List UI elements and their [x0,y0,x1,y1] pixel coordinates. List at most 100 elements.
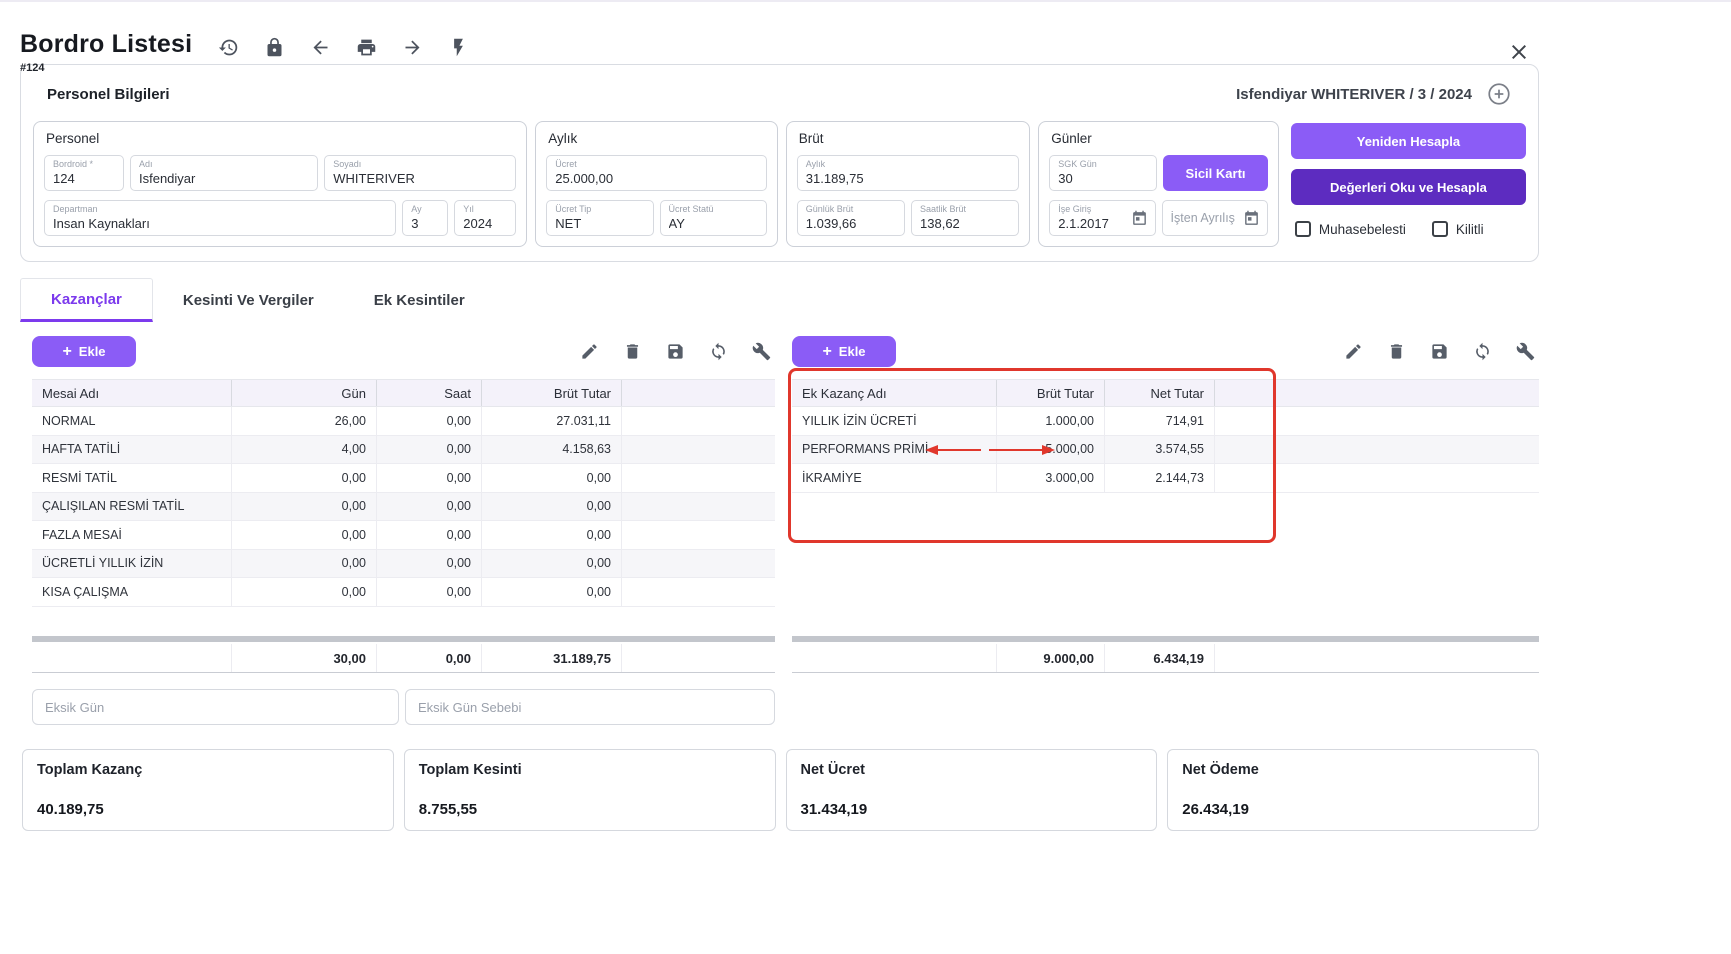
table-row[interactable]: ÇALIŞILAN RESMİ TATİL0,000,000,00 [32,493,775,522]
table-row[interactable]: HAFTA TATİLİ4,000,004.158,63 [32,436,775,465]
column-header[interactable]: Ek Kazanç Adı [792,380,997,406]
table-cell: NORMAL [32,407,232,435]
delete-icon[interactable] [1387,342,1406,361]
add-earning-button[interactable]: + Ekle [32,336,136,367]
field-label: Aylık [806,159,825,169]
field-value: WHITERIVER [333,171,507,186]
flash-icon[interactable] [448,37,469,58]
eksik-gun-sebebi-input[interactable] [405,689,775,725]
tab-kesinti-ve-vergiler[interactable]: Kesinti Ve Vergiler [153,278,344,322]
table-cell: ÇALIŞILAN RESMİ TATİL [32,493,232,521]
table-cell: 0,00 [482,493,622,521]
edit-icon[interactable] [580,342,599,361]
recalculate-button[interactable]: Yeniden Hesapla [1291,123,1526,159]
save-icon[interactable] [1430,342,1449,361]
bordroid-field[interactable]: Bordroid * 124 [44,155,124,191]
app-header: Bordro Listesi #124 [20,2,1539,60]
extra-earnings-panel: + Ekle Ek Kazanç Adı Brüt Tutar Net Tuta… [792,336,1539,725]
edit-icon[interactable] [1344,342,1363,361]
delete-icon[interactable] [623,342,642,361]
ise-giris-field[interactable]: İşe Giriş 2.1.2017 [1049,200,1155,236]
sgk-gun-field[interactable]: SGK Gün 30 [1049,155,1157,191]
soyadi-field[interactable]: Soyadı WHITERIVER [324,155,516,191]
column-header[interactable]: Brüt Tutar [482,380,622,406]
checkbox-muhasebelesti[interactable]: Muhasebelesti [1295,221,1406,237]
history-icon[interactable] [218,37,239,58]
payroll-page: Bordro Listesi #124 Personel Bilgileri I… [20,2,1539,831]
table-row[interactable]: PERFORMANS PRİMİ5.000,003.574,55 [792,436,1539,465]
field-label: İşe Giriş [1058,204,1091,214]
field-label: Ücret Statü [669,204,714,214]
eksik-gun-input[interactable] [32,689,399,725]
departman-field[interactable]: Departman Insan Kaynakları [44,200,396,236]
checkbox-kilitli[interactable]: Kilitli [1432,221,1484,237]
checkbox-label: Kilitli [1456,222,1484,237]
field-label: Ücret [555,159,577,169]
field-label: Ay [411,204,421,214]
print-icon[interactable] [356,37,377,58]
table-cell: 0,00 [232,550,377,578]
title-block: Bordro Listesi #124 [20,30,192,74]
gunluk-brut-field[interactable]: Günlük Brüt 1.039,66 [797,200,905,236]
totals-cell [32,644,232,672]
checkbox-box[interactable] [1432,221,1448,237]
sync-icon[interactable] [709,342,728,361]
close-icon[interactable] [1507,40,1531,64]
table-cell: 0,00 [482,550,622,578]
wrench-icon[interactable] [1516,342,1535,361]
calendar-icon[interactable] [1243,210,1260,227]
table-row[interactable]: ÜCRETLİ YILLIK İZİN0,000,000,00 [32,550,775,579]
table-row[interactable]: NORMAL26,000,0027.031,11 [32,407,775,436]
adi-field[interactable]: Adı Isfendiyar [130,155,318,191]
tab-kazanclar[interactable]: Kazançlar [20,278,153,322]
column-header[interactable]: Gün [232,380,377,406]
lock-icon[interactable] [264,37,285,58]
field-value: 25.000,00 [555,171,758,186]
field-label: SGK Gün [1058,159,1097,169]
yil-field[interactable]: Yıl 2024 [454,200,516,236]
table-row[interactable]: FAZLA MESAİ0,000,000,00 [32,521,775,550]
arrow-left-icon[interactable] [310,37,331,58]
sync-icon[interactable] [1473,342,1492,361]
ucret-field[interactable]: Ücret 25.000,00 [546,155,767,191]
column-header[interactable]: Net Tutar [1105,380,1215,406]
summary-card-toplam-kesinti: Toplam Kesinti 8.755,55 [404,749,776,831]
column-header[interactable]: Saat [377,380,482,406]
add-circle-icon[interactable] [1486,81,1512,107]
save-icon[interactable] [666,342,685,361]
checkbox-box[interactable] [1295,221,1311,237]
earnings-table: Mesai Adı Gün Saat Brüt Tutar NORMAL26,0… [32,379,775,673]
personnel-section-header: Personel Bilgileri Isfendiyar WHITERIVER… [33,75,1526,121]
column-header[interactable]: Brüt Tutar [997,380,1105,406]
summary-card-net-odeme: Net Ödeme 26.434,19 [1167,749,1539,831]
ucret-statu-field[interactable]: Ücret Statü AY [660,200,767,236]
column-header[interactable]: Mesai Adı [32,380,232,406]
ucret-tip-field[interactable]: Ücret Tip NET [546,200,653,236]
table-row[interactable]: RESMİ TATİL0,000,000,00 [32,464,775,493]
wrench-icon[interactable] [752,342,771,361]
table-cell: 0,00 [232,521,377,549]
sicil-karti-button[interactable]: Sicil Kartı [1163,155,1268,191]
brut-aylik-field[interactable]: Aylık 31.189,75 [797,155,1019,191]
table-cell: 0,00 [232,493,377,521]
add-extra-earning-button[interactable]: + Ekle [792,336,896,367]
field-value: 138,62 [920,216,1010,231]
tab-ek-kesintiler[interactable]: Ek Kesintiler [344,278,495,322]
extra-earnings-table-body: YILLIK İZİN ÜCRETİ1.000,00714,91PERFORMA… [792,407,1539,636]
read-values-calculate-button[interactable]: Değerleri Oku ve Hesapla [1291,169,1526,205]
table-row[interactable]: KISA ÇALIŞMA0,000,000,00 [32,578,775,607]
personnel-section: Personel Bilgileri Isfendiyar WHITERIVER… [20,64,1539,262]
employee-summary: Isfendiyar WHITERIVER / 3 / 2024 [1236,81,1512,107]
table-row[interactable]: YILLIK İZİN ÜCRETİ1.000,00714,91 [792,407,1539,436]
table-cell: 0,00 [377,550,482,578]
field-label: Saatlik Brüt [920,204,966,214]
totals-cell: 30,00 [232,644,377,672]
table-row[interactable]: İKRAMİYE3.000,002.144,73 [792,464,1539,493]
calendar-icon[interactable] [1131,210,1148,227]
document-number: #124 [20,62,192,74]
saatlik-brut-field[interactable]: Saatlik Brüt 138,62 [911,200,1019,236]
add-button-label: Ekle [839,344,866,359]
ay-field[interactable]: Ay 3 [402,200,448,236]
arrow-right-icon[interactable] [402,37,423,58]
isten-ayrilis-field[interactable]: İşten Ayrılış [1162,200,1268,236]
